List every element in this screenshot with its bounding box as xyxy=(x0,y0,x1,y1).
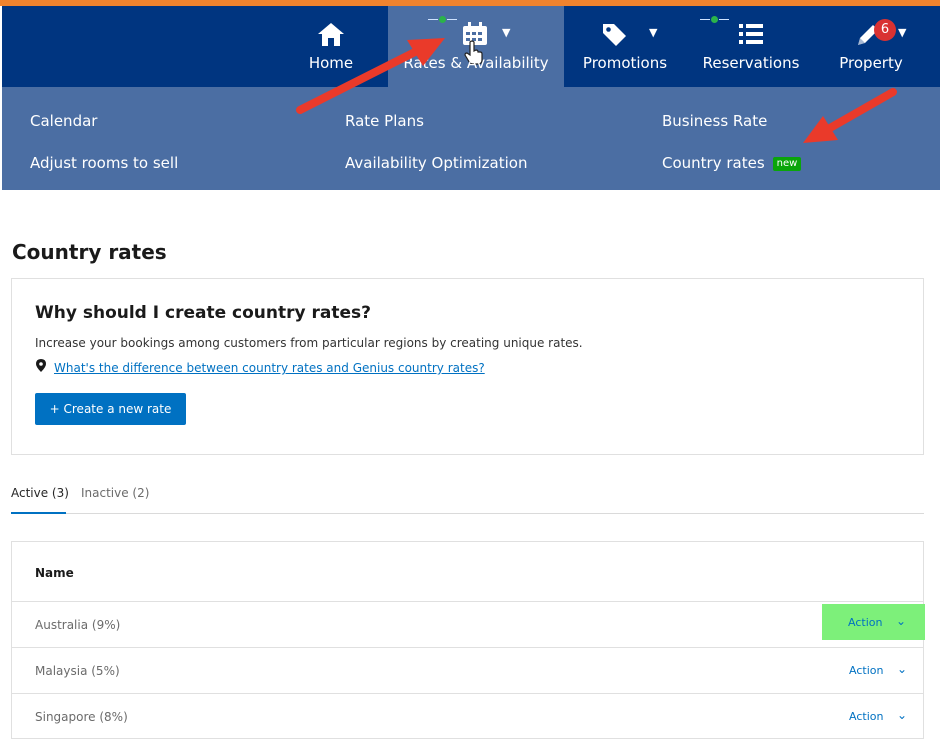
chevron-down-icon: ⌄ xyxy=(896,614,907,628)
new-badge: new xyxy=(772,157,802,171)
table-header-name: Name xyxy=(35,566,74,580)
submenu-calendar[interactable]: Calendar xyxy=(30,112,97,130)
map-pin-icon xyxy=(36,359,46,372)
action-label: Action xyxy=(849,710,884,723)
info-card: Why should I create country rates? Incre… xyxy=(11,278,924,455)
submenu-rate-plans[interactable]: Rate Plans xyxy=(345,112,424,130)
submenu-country-rates-label: Country rates xyxy=(662,154,765,172)
tab-inactive[interactable]: Inactive (2) xyxy=(81,486,149,500)
row-name: Malaysia (5%) xyxy=(35,664,120,678)
chevron-down-icon: ▼ xyxy=(898,26,907,39)
action-dropdown[interactable]: Action ⌄ xyxy=(823,652,923,686)
nav-item-property-label: Property xyxy=(839,54,903,72)
chevron-down-icon: ⌄ xyxy=(897,662,908,676)
main-navigation: Home ▼ Rates & Availability ▼ Promotions… xyxy=(2,6,940,87)
table-row: Malaysia (5%) Action ⌄ xyxy=(12,647,923,693)
active-tab-indicator xyxy=(11,512,66,514)
tag-icon xyxy=(603,24,626,46)
action-label: Action xyxy=(849,664,884,677)
home-icon xyxy=(318,23,344,46)
nav-item-reservations-label: Reservations xyxy=(702,54,800,72)
nav-item-promotions[interactable]: ▼ Promotions xyxy=(572,6,678,87)
nav-item-home[interactable]: Home xyxy=(292,6,370,87)
status-dots-icon xyxy=(700,16,730,23)
submenu-availability-optimization[interactable]: Availability Optimization xyxy=(345,154,527,172)
page: { "nav": { "items": [ {"label": "Home", … xyxy=(0,0,940,748)
submenu-adjust-rooms[interactable]: Adjust rooms to sell xyxy=(30,154,178,172)
nav-item-home-label: Home xyxy=(308,54,354,72)
page-title: Country rates xyxy=(12,240,167,264)
difference-link[interactable]: What's the difference between country ra… xyxy=(54,361,485,375)
table-row: Singapore (8%) Action ⌄ xyxy=(12,693,923,739)
row-name: Australia (9%) xyxy=(35,618,121,632)
nav-item-property[interactable]: ▼ 6 Property xyxy=(828,6,914,87)
submenu-business-rate[interactable]: Business Rate xyxy=(662,112,767,130)
nav-item-reservations[interactable]: Reservations xyxy=(690,6,812,87)
nav-item-promotions-label: Promotions xyxy=(582,54,668,72)
notification-badge: 6 xyxy=(874,19,896,41)
action-label: Action xyxy=(848,616,883,629)
tab-active[interactable]: Active (3) xyxy=(11,486,69,500)
action-dropdown[interactable]: Action ⌄ xyxy=(823,698,923,732)
chevron-down-icon: ⌄ xyxy=(897,708,908,722)
nav-item-rates-label: Rates & Availability xyxy=(403,54,549,72)
nav-item-rates-availability[interactable]: ▼ Rates & Availability xyxy=(388,6,564,87)
rates-table: Name Australia (9%) Action ⌄ Malaysia (5… xyxy=(11,541,925,739)
status-dots-icon xyxy=(428,16,458,23)
row-name: Singapore (8%) xyxy=(35,710,128,724)
list-icon xyxy=(739,24,763,44)
chevron-down-icon: ▼ xyxy=(649,26,658,39)
submenu-country-rates[interactable]: Country rates new xyxy=(662,154,802,172)
status-tabs: Active (3) Inactive (2) xyxy=(11,484,924,514)
rates-submenu: Calendar Adjust rooms to sell Rate Plans… xyxy=(2,87,940,190)
info-text: Increase your bookings among customers f… xyxy=(35,336,583,350)
chevron-down-icon: ▼ xyxy=(502,26,511,39)
create-new-rate-button[interactable]: + Create a new rate xyxy=(35,393,186,425)
info-heading: Why should I create country rates? xyxy=(35,303,372,323)
table-row: Australia (9%) Action ⌄ xyxy=(12,601,925,647)
action-dropdown[interactable]: Action ⌄ xyxy=(822,604,925,640)
